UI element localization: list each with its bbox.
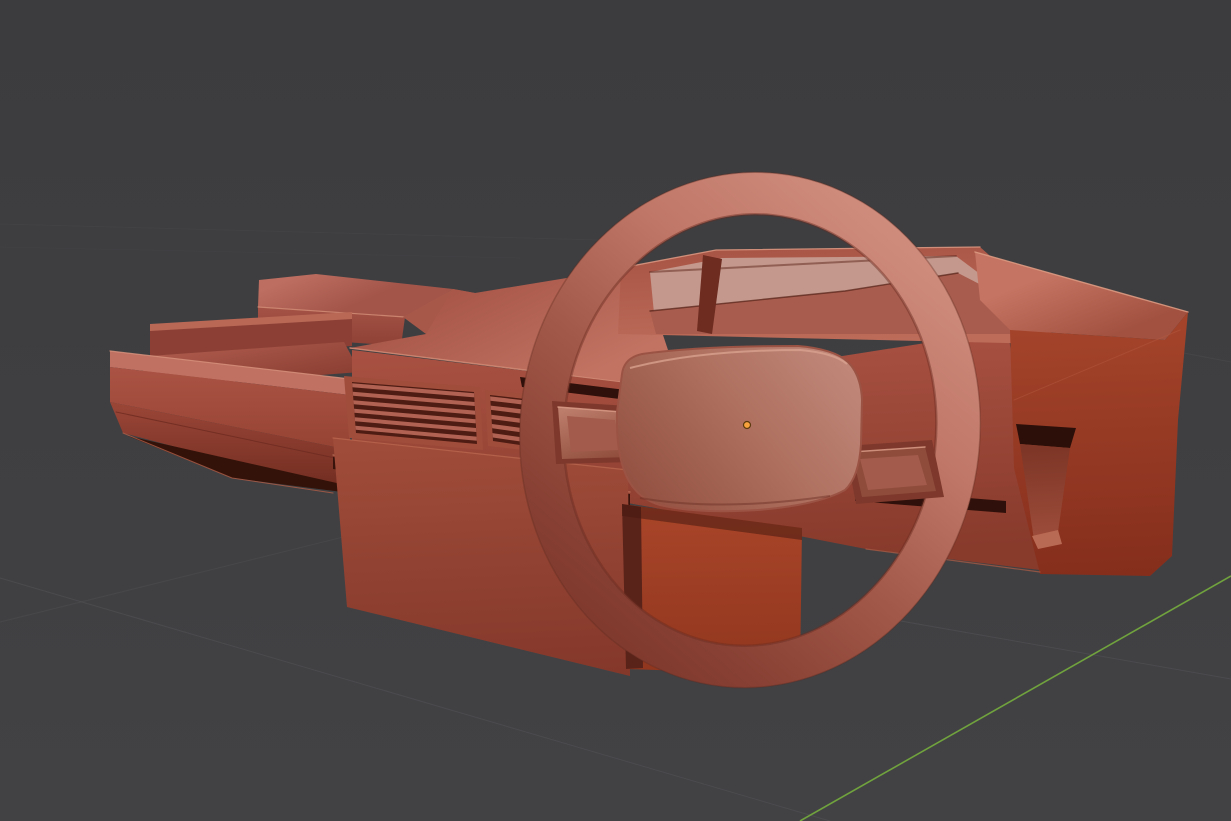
scene-canvas [0, 0, 1231, 821]
viewport-3d[interactable] [0, 0, 1231, 821]
steering-pad[interactable] [615, 345, 863, 513]
vent-notch-lip[interactable] [1016, 424, 1076, 448]
object-origin-dot[interactable] [742, 420, 752, 430]
right-spoke-plate-face[interactable] [860, 455, 927, 490]
left-spoke-plate-face[interactable] [567, 416, 620, 452]
